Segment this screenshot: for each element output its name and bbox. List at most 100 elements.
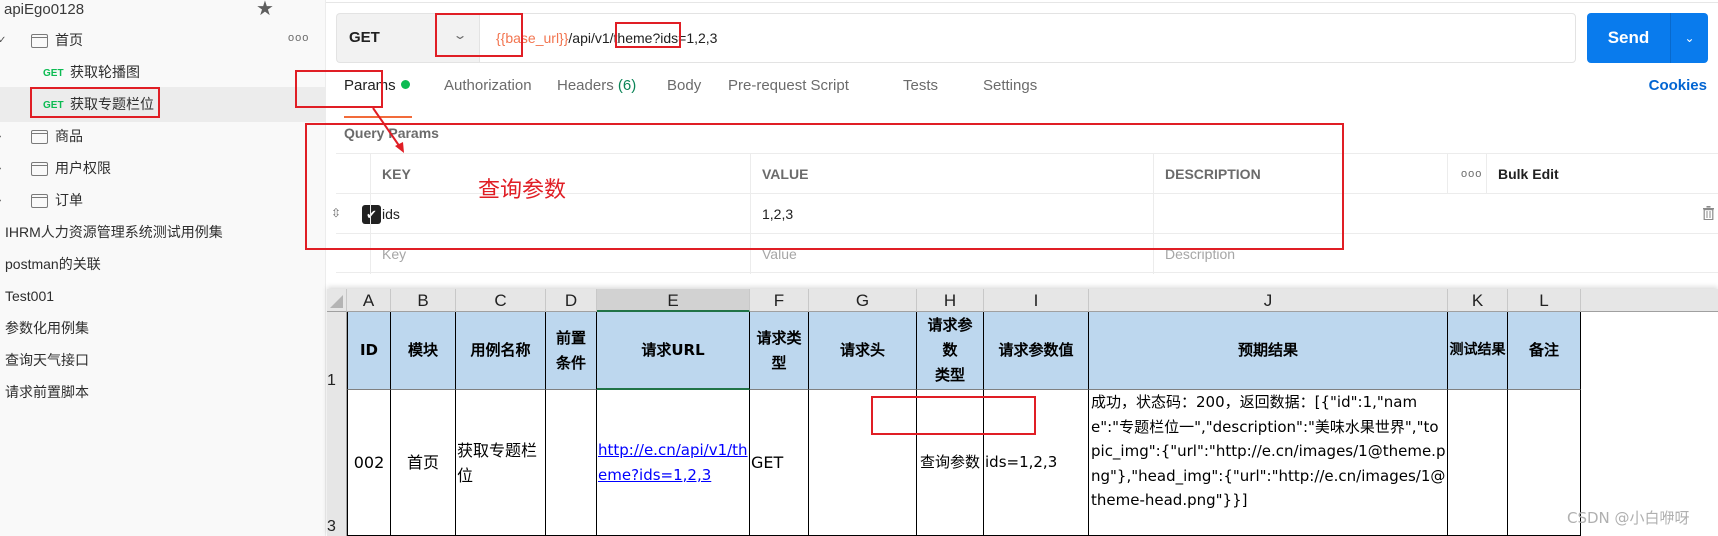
header-cell-request-type[interactable]: 请求类 型 [750,312,809,390]
method-badge: GET [43,68,64,79]
new-key-input[interactable]: Key [370,234,750,274]
header-cell-id[interactable]: ID [347,312,391,390]
send-options-chevron-icon[interactable]: ⌄ [1670,13,1708,63]
request-tabs: Params Authorization Headers (6) Body Pr… [326,76,1718,118]
new-value-input[interactable]: Value [750,234,1153,274]
column-header-k[interactable]: K [1448,289,1508,312]
cell-test-result[interactable] [1448,390,1508,536]
param-value-input[interactable]: 1,2,3 [750,194,1153,234]
url-input[interactable]: {{base_url}}/api/v1/theme?ids=1,2,3 [479,13,1576,63]
param-description-input[interactable] [1153,194,1447,234]
column-header-l[interactable]: L [1508,289,1581,312]
headers-count: (6) [617,77,637,94]
star-icon[interactable]: ★ [256,0,274,19]
cell-precondition[interactable] [546,390,597,536]
column-header-c[interactable]: C [456,289,546,312]
header-cell-param-value[interactable]: 请求参数值 [984,312,1089,390]
column-header-b[interactable]: B [391,289,456,312]
column-header-a[interactable]: A [347,289,391,312]
tab-pre-request-script[interactable]: Pre-request Script [728,76,849,96]
cell-url-link[interactable]: http://e.cn/api/v1/theme?ids=1,2,3 [597,390,750,536]
url-query: ids=1,2,3 [660,30,718,46]
column-header-key: KEY [382,166,411,182]
folder-label: 用户权限 [55,160,111,176]
collection-item[interactable]: postman的关联 [5,254,101,274]
folder-icon [30,34,48,48]
row-header-1[interactable]: 1 [327,312,347,390]
sidebar-folder-orders[interactable]: › 订单 [0,183,325,218]
active-tab-indicator [344,116,412,118]
header-cell-test-result[interactable]: 测试结果 [1448,312,1508,390]
column-header-d[interactable]: D [546,289,597,312]
tab-headers[interactable]: Headers (6) [557,76,636,96]
header-cell-precondition[interactable]: 前置 条件 [546,312,597,390]
trash-icon[interactable] [1703,206,1714,220]
cell-param-type[interactable]: 查询参数 [917,390,984,536]
header-cell-case-name[interactable]: 用例名称 [456,312,546,390]
spreadsheet-overlay: A B C D E F G H I J K L 1 3 ID 模块 用例名称 前… [327,289,1718,536]
chevron-down-icon[interactable]: ✓ [0,23,6,58]
folder-label: 首页 [55,32,83,48]
column-header-f[interactable]: F [750,289,809,312]
workspace-title: apiEgo0128 [4,1,85,18]
chevron-right-icon[interactable]: › [0,151,1,186]
tab-authorization[interactable]: Authorization [444,76,532,96]
send-button[interactable]: Send [1587,13,1670,63]
row-number: 1 [327,372,336,389]
header-cell-module[interactable]: 模块 [391,312,456,390]
header-cell-expected[interactable]: 预期结果 [1089,312,1448,390]
tab-settings[interactable]: Settings [983,76,1037,96]
url-path: /api/v1/theme? [568,30,661,46]
select-all-corner[interactable] [327,289,347,312]
header-cell-url[interactable]: 请求URL [597,312,750,390]
sidebar-request-banner[interactable]: GET 获取轮播图 [0,55,325,90]
row-header-3[interactable]: 3 [327,390,347,536]
watermark: CSDN @小白咿呀 [1567,509,1690,527]
status-dot-icon [400,80,410,89]
collection-item[interactable]: 查询天气接口 [5,350,89,370]
sidebar-folder-home[interactable]: ✓ 首页 ooo [0,23,325,58]
cell-request-type[interactable]: GET [750,390,809,536]
chevron-right-icon[interactable]: › [0,119,1,154]
row-number: 3 [327,518,336,535]
column-header-value: VALUE [762,166,809,182]
section-title: Query Params [344,125,439,141]
new-description-input[interactable]: Description [1153,234,1447,274]
drag-handle-icon[interactable]: ⇳ [331,206,341,220]
column-header-j[interactable]: J [1089,289,1448,312]
cookies-link[interactable]: Cookies [1649,76,1707,96]
collection-item[interactable]: 请求前置脚本 [5,382,89,402]
collection-item[interactable]: 参数化用例集 [5,318,89,338]
cell-expected-result[interactable]: 成功，状态码：200，返回数据：[{"id":1,"name":"专题栏位一",… [1089,390,1448,536]
cell-case-name[interactable]: 获取专题栏位 [456,390,546,536]
sidebar-request-theme[interactable]: GET 获取专题栏位 [0,87,325,122]
tab-params[interactable]: Params [344,76,410,96]
collection-item[interactable]: IHRM人力资源管理系统测试用例集 [5,222,223,242]
bulk-edit-button[interactable]: Bulk Edit [1486,154,1559,194]
collection-item[interactable]: Test001 [5,286,54,306]
column-header-description: DESCRIPTION [1165,166,1261,182]
url-variable: {{base_url}} [496,30,569,46]
column-header-g[interactable]: G [809,289,917,312]
sidebar-folder-permissions[interactable]: › 用户权限 [0,151,325,186]
chevron-right-icon[interactable]: › [0,183,1,218]
cell-request-headers[interactable] [809,390,917,536]
header-cell-remark[interactable]: 备注 [1508,312,1581,390]
more-options-icon[interactable]: ooo [288,21,309,56]
sidebar-folder-goods[interactable]: › 商品 [0,119,325,154]
header-cell-request-headers[interactable]: 请求头 [809,312,917,390]
header-cell-param-type[interactable]: 请求参 数 类型 [917,312,984,390]
tab-body[interactable]: Body [667,76,701,96]
more-options-icon[interactable]: ooo [1449,154,1482,194]
tab-tests[interactable]: Tests [903,76,938,96]
cell-param-value[interactable]: ids=1,2,3 [984,390,1089,536]
annotation-label: 查询参数 [478,178,567,203]
method-select[interactable]: GET ⌄ [336,13,479,63]
cell-module[interactable]: 首页 [391,390,456,536]
column-header-h[interactable]: H [917,289,984,312]
cell-id[interactable]: 002 [347,390,391,536]
column-header-e[interactable]: E [597,289,750,312]
column-divider [1447,154,1448,194]
column-header-i[interactable]: I [984,289,1089,312]
request-label: 获取轮播图 [70,64,140,80]
